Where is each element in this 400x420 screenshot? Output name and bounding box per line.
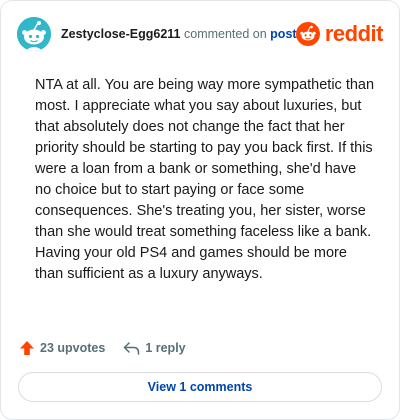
comment-card: Zestyclose-Egg6211 commented on post red… (0, 0, 400, 420)
reddit-wordmark: reddit (324, 21, 384, 46)
upvote-arrow-icon (20, 341, 34, 355)
action-text: commented on (184, 27, 267, 41)
comment-body: NTA at all. You are being way more sympa… (35, 77, 375, 282)
reddit-snoo-icon (295, 22, 320, 46)
avatar[interactable] (17, 17, 51, 51)
snoo-avatar-icon (17, 17, 51, 51)
comment-meta: Zestyclose-Egg6211 commented on post (61, 27, 297, 41)
comment-actions: 23 upvotes 1 reply (19, 338, 186, 358)
upvote-count: 23 upvotes (40, 341, 106, 355)
reddit-logo[interactable]: reddit (295, 19, 384, 49)
reply-button[interactable]: 1 reply (123, 340, 186, 356)
upvote-button[interactable]: 23 upvotes (19, 340, 105, 356)
username-link[interactable]: Zestyclose-Egg6211 (61, 27, 181, 41)
view-comments-button[interactable]: View 1 comments (18, 372, 382, 402)
post-link[interactable]: post (270, 27, 296, 41)
comment-header: Zestyclose-Egg6211 commented on post red… (17, 17, 384, 51)
reply-count: 1 reply (145, 341, 186, 355)
reply-arrow-icon (124, 342, 140, 355)
